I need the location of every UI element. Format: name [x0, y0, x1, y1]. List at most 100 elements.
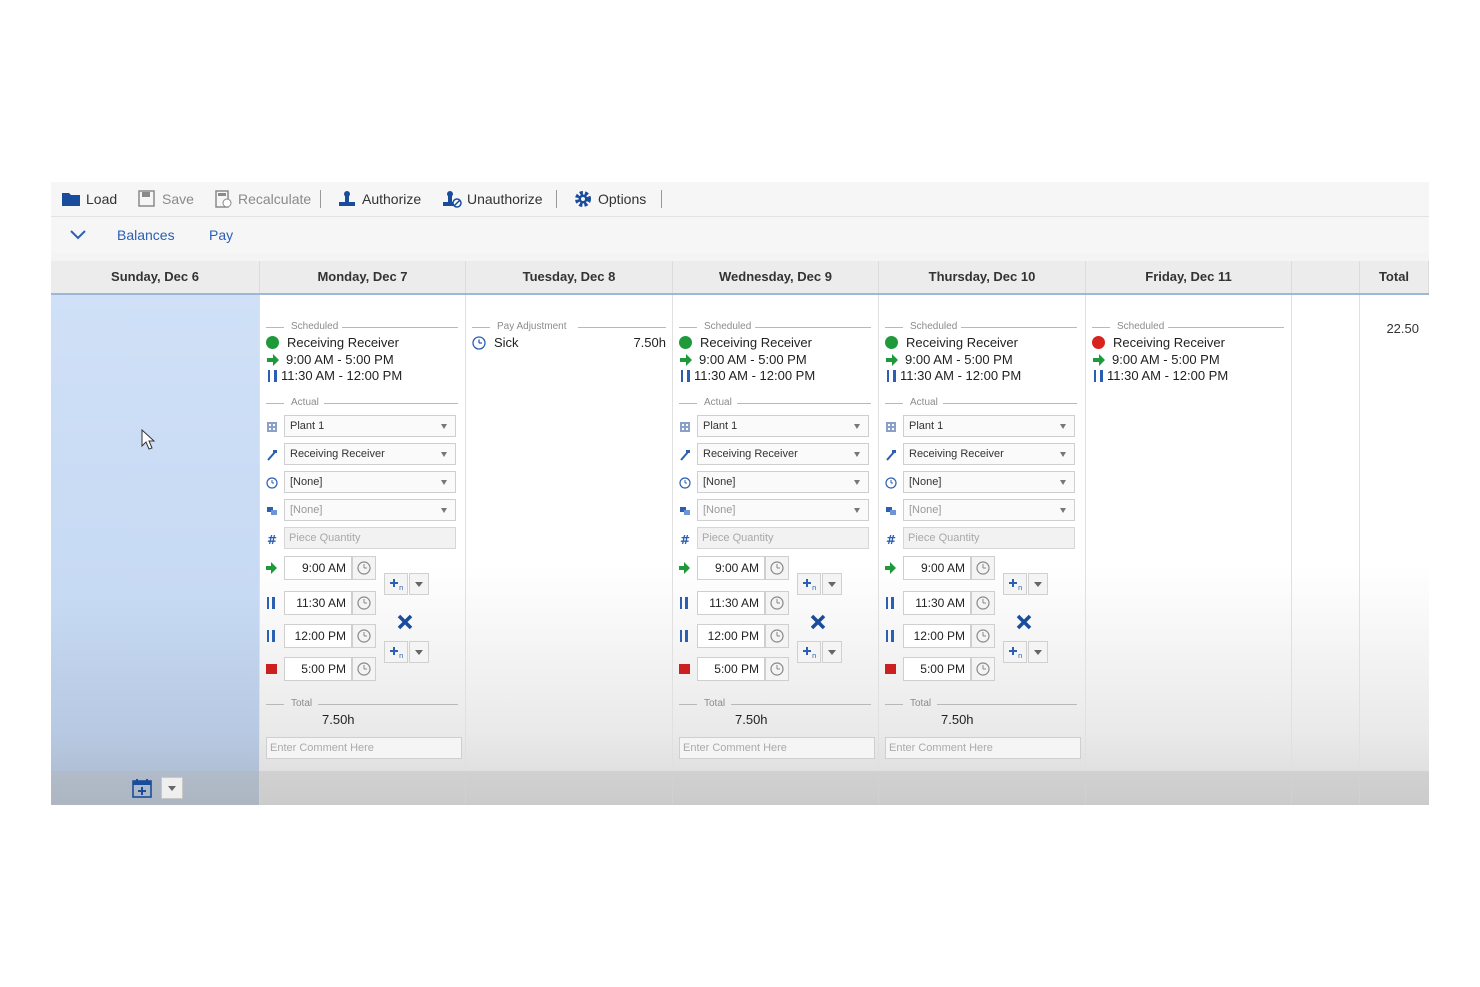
job-dropdown[interactable]: Receiving Receiver — [697, 443, 869, 465]
meal-in-input[interactable]: 12:00 PM — [903, 624, 971, 648]
time-picker-button[interactable] — [352, 657, 376, 681]
comment-input[interactable]: Enter Comment Here — [679, 737, 875, 759]
column-header-tuesday[interactable]: Tuesday, Dec 8 — [466, 261, 673, 293]
day-total: 7.50h — [322, 712, 355, 727]
column-header-wednesday[interactable]: Wednesday, Dec 9 — [673, 261, 879, 293]
folder-icon — [61, 190, 81, 208]
delete-punch-icon[interactable] — [1015, 613, 1033, 636]
time-picker-button[interactable] — [352, 591, 376, 615]
svg-text:n: n — [399, 584, 403, 592]
arrow-right-icon — [1092, 353, 1106, 367]
delete-punch-icon[interactable] — [809, 613, 827, 636]
section-scheduled: Scheduled — [1092, 321, 1284, 333]
chevron-down-icon[interactable] — [69, 226, 87, 244]
meal-out-input[interactable]: 11:30 AM — [284, 591, 352, 615]
day-column-saturday[interactable] — [1292, 295, 1360, 805]
pay-adjustment-row[interactable]: Sick 7.50h — [472, 335, 666, 350]
project-dropdown[interactable]: [None] — [697, 499, 869, 521]
delete-punch-icon[interactable] — [396, 613, 414, 636]
clock-icon — [266, 476, 278, 489]
time-out-input[interactable]: 5:00 PM — [697, 657, 765, 681]
add-punch-menu-button[interactable] — [409, 641, 429, 663]
add-punch-button[interactable]: n — [797, 641, 821, 663]
day-column-sunday[interactable] — [51, 295, 260, 805]
add-calendar-menu-button[interactable] — [161, 777, 183, 799]
toolbar-separator — [320, 190, 321, 208]
location-dropdown[interactable]: Plant 1 — [284, 415, 456, 437]
time-picker-button[interactable] — [971, 657, 995, 681]
scheduled-meal: 11:30 AM - 12:00 PM — [885, 368, 1021, 383]
meal-in-input[interactable]: 12:00 PM — [284, 624, 352, 648]
building-icon — [266, 420, 278, 432]
svg-text:n: n — [812, 584, 816, 592]
add-punch-button[interactable]: n — [797, 573, 821, 595]
time-picker-button[interactable] — [765, 591, 789, 615]
time-picker-button[interactable] — [971, 624, 995, 648]
recalculate-button[interactable]: Recalculate — [213, 189, 311, 209]
add-punch-menu-button[interactable] — [1028, 641, 1048, 663]
options-button[interactable]: Options — [573, 189, 646, 209]
add-punch-menu-button[interactable] — [822, 641, 842, 663]
piece-quantity-input[interactable]: Piece Quantity — [697, 527, 869, 549]
comment-input[interactable]: Enter Comment Here — [266, 737, 462, 759]
time-picker-button[interactable] — [971, 591, 995, 615]
column-header-thursday[interactable]: Thursday, Dec 10 — [879, 261, 1086, 293]
section-actual: Actual — [266, 397, 458, 409]
column-header-saturday[interactable]: Sa — [1292, 261, 1383, 293]
time-picker-button[interactable] — [352, 624, 376, 648]
time-picker-button[interactable] — [765, 657, 789, 681]
column-header-sunday[interactable]: Sunday, Dec 6 — [51, 261, 260, 293]
comment-input[interactable]: Enter Comment Here — [885, 737, 1081, 759]
day-column-tuesday[interactable]: Pay Adjustment Sick 7.50h — [466, 295, 673, 805]
time-picker-button[interactable] — [765, 556, 789, 580]
add-punch-button[interactable]: n — [384, 573, 408, 595]
tab-pay[interactable]: Pay — [209, 227, 233, 243]
time-in-input[interactable]: 9:00 AM — [284, 556, 352, 580]
job-dropdown[interactable]: Receiving Receiver — [284, 443, 456, 465]
piece-quantity-input[interactable]: Piece Quantity — [903, 527, 1075, 549]
time-picker-button[interactable] — [352, 556, 376, 580]
save-button[interactable]: Save — [137, 189, 194, 209]
scheduled-job: Receiving Receiver — [679, 335, 812, 350]
project-dropdown[interactable]: [None] — [903, 499, 1075, 521]
day-column-wednesday[interactable]: Scheduled Receiving Receiver 9:00 AM - 5… — [673, 295, 879, 805]
authorize-button[interactable]: Authorize — [337, 189, 421, 209]
project-dropdown[interactable]: [None] — [284, 499, 456, 521]
clock-rule-dropdown[interactable]: [None] — [903, 471, 1075, 493]
add-punch-button[interactable]: n — [1003, 641, 1027, 663]
tab-balances[interactable]: Balances — [117, 227, 175, 243]
day-column-monday[interactable]: Scheduled Receiving Receiver 9:00 AM - 5… — [260, 295, 466, 805]
section-scheduled: Scheduled — [679, 321, 871, 333]
day-column-thursday[interactable]: Scheduled Receiving Receiver 9:00 AM - 5… — [879, 295, 1086, 805]
load-button[interactable]: Load — [61, 189, 117, 209]
fork-knife-icon — [885, 369, 899, 383]
meal-in-input[interactable]: 12:00 PM — [697, 624, 765, 648]
job-dropdown[interactable]: Receiving Receiver — [903, 443, 1075, 465]
meal-out-input[interactable]: 11:30 AM — [697, 591, 765, 615]
unauthorize-button[interactable]: Unauthorize — [442, 189, 543, 209]
clock-rule-dropdown[interactable]: [None] — [697, 471, 869, 493]
time-in-input[interactable]: 9:00 AM — [903, 556, 971, 580]
location-dropdown[interactable]: Plant 1 — [697, 415, 869, 437]
add-punch-button[interactable]: n — [1003, 573, 1027, 595]
time-out-input[interactable]: 5:00 PM — [903, 657, 971, 681]
add-punch-button[interactable]: n — [384, 641, 408, 663]
column-header-friday[interactable]: Friday, Dec 11 — [1086, 261, 1292, 293]
add-punch-menu-button[interactable] — [1028, 573, 1048, 595]
building-icon — [679, 420, 691, 432]
clock-rule-dropdown[interactable]: [None] — [284, 471, 456, 493]
time-out-input[interactable]: 5:00 PM — [284, 657, 352, 681]
time-picker-button[interactable] — [971, 556, 995, 580]
day-column-friday[interactable]: Scheduled Receiving Receiver 9:00 AM - 5… — [1086, 295, 1292, 805]
fork-knife-icon — [266, 629, 278, 642]
add-punch-menu-button[interactable] — [409, 573, 429, 595]
location-dropdown[interactable]: Plant 1 — [903, 415, 1075, 437]
time-picker-button[interactable] — [765, 624, 789, 648]
piece-quantity-input[interactable]: Piece Quantity — [284, 527, 456, 549]
column-header-monday[interactable]: Monday, Dec 7 — [260, 261, 466, 293]
meal-out-input[interactable]: 11:30 AM — [903, 591, 971, 615]
scheduled-job: Receiving Receiver — [885, 335, 1018, 350]
add-calendar-icon[interactable] — [131, 777, 155, 799]
add-punch-menu-button[interactable] — [822, 573, 842, 595]
time-in-input[interactable]: 9:00 AM — [697, 556, 765, 580]
